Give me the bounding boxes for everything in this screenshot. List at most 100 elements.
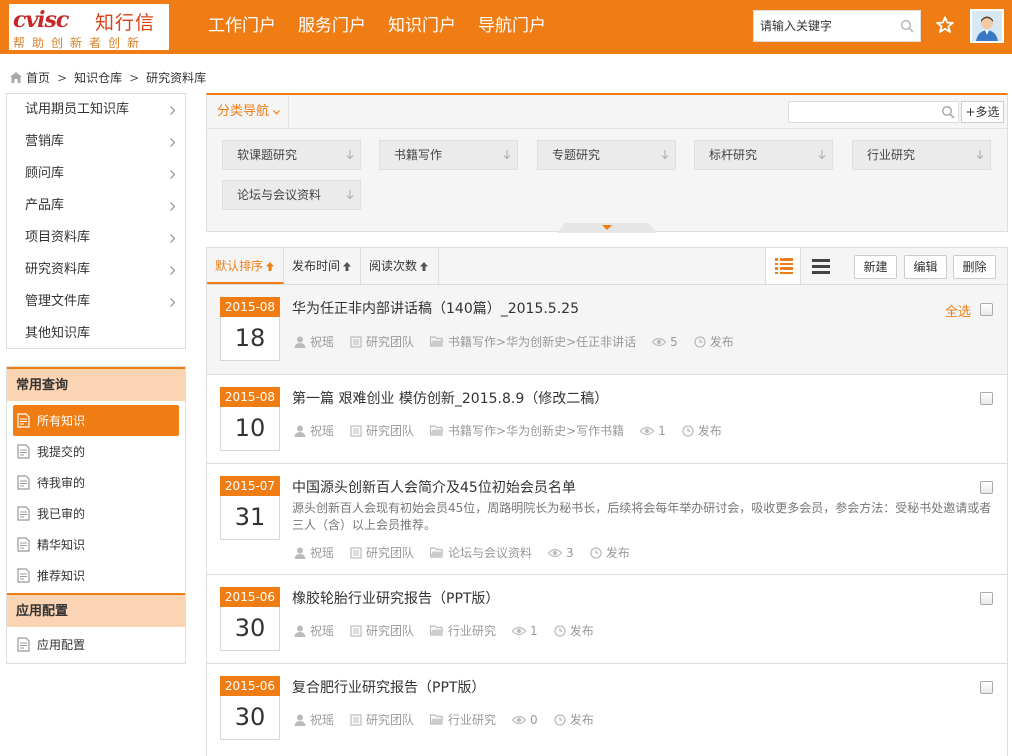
sort-default[interactable]: 默认排序 bbox=[207, 248, 284, 284]
item-title[interactable]: 复合肥行业研究报告（PPT版） bbox=[292, 677, 485, 697]
item-meta: 祝瑶 研究团队 行业研究 0 发布 bbox=[294, 711, 610, 728]
filter-tag[interactable]: 专题研究 bbox=[537, 140, 676, 170]
nav-service-portal[interactable]: 服务门户 bbox=[298, 15, 366, 37]
date-year-month: 2015-08 bbox=[220, 297, 280, 317]
meta-author: 祝瑶 bbox=[294, 544, 334, 561]
new-button[interactable]: 新建 bbox=[854, 255, 897, 279]
document-icon bbox=[17, 413, 30, 428]
author-name: 祝瑶 bbox=[310, 713, 335, 727]
arrow-down-icon bbox=[346, 150, 354, 160]
delete-button[interactable]: 删除 bbox=[953, 255, 996, 279]
filter-tag[interactable]: 论坛与会议资料 bbox=[222, 180, 361, 210]
sort-toolbar: 默认排序 发布时间 阅读次数 新建 编辑 删除 bbox=[206, 247, 1008, 285]
compact-view-button[interactable] bbox=[803, 248, 839, 285]
collapse-toggle[interactable] bbox=[557, 223, 657, 233]
category-nav-label: 分类导航 bbox=[217, 104, 270, 119]
item-title[interactable]: 橡胶轮胎行业研究报告（PPT版） bbox=[292, 588, 499, 608]
meta-reads: 5 bbox=[652, 335, 678, 349]
item-title[interactable]: 中国源头创新百人会简介及45位初始会员名单 bbox=[292, 477, 576, 497]
sidebar-item-management[interactable]: 管理文件库 bbox=[7, 286, 185, 318]
query-reviewed-by-me[interactable]: 我已审的 bbox=[7, 498, 185, 529]
filter-tag[interactable]: 书籍写作 bbox=[379, 140, 518, 170]
search-icon[interactable] bbox=[900, 19, 914, 33]
date-day: 30 bbox=[220, 696, 280, 740]
meta-team: 研究团队 bbox=[350, 333, 414, 350]
filter-tag[interactable]: 标杆研究 bbox=[694, 140, 833, 170]
sort-label: 发布时间 bbox=[292, 259, 341, 273]
item-checkbox[interactable] bbox=[980, 303, 993, 316]
logo[interactable]: cvisc 知行信 帮助创新者创新 bbox=[9, 4, 169, 50]
team-icon bbox=[350, 424, 366, 437]
chevron-right-icon bbox=[170, 298, 175, 307]
list-view-button[interactable] bbox=[765, 248, 801, 285]
sidebar-item-label: 试用期员工知识库 bbox=[25, 102, 130, 117]
item-title[interactable]: 第一篇 艰难创业 模仿创新_2015.8.9（修改二稿） bbox=[292, 388, 608, 408]
team-icon bbox=[350, 713, 366, 726]
sidebar-item-marketing[interactable]: 营销库 bbox=[7, 126, 185, 158]
folder-icon bbox=[430, 714, 448, 725]
sort-publish-time[interactable]: 发布时间 bbox=[284, 248, 361, 284]
filter-search-input[interactable] bbox=[789, 102, 937, 122]
breadcrumb-home[interactable]: 首页 bbox=[26, 69, 50, 86]
item-checkbox[interactable] bbox=[980, 392, 993, 405]
filter-tag-label: 专题研究 bbox=[552, 148, 601, 162]
edit-button[interactable]: 编辑 bbox=[904, 255, 947, 279]
nav-knowledge-portal[interactable]: 知识门户 bbox=[388, 15, 456, 37]
query-submitted-by-me[interactable]: 我提交的 bbox=[7, 436, 185, 467]
arrow-down-icon bbox=[976, 150, 984, 160]
filter-toolbar: 分类导航 +多选 bbox=[207, 95, 1007, 129]
star-icon[interactable] bbox=[936, 16, 954, 34]
multi-select-button[interactable]: +多选 bbox=[961, 101, 1004, 123]
sort-read-count[interactable]: 阅读次数 bbox=[361, 248, 439, 284]
avatar[interactable] bbox=[970, 9, 1004, 43]
query-pending-review[interactable]: 待我审的 bbox=[7, 467, 185, 498]
date-year-month: 2015-08 bbox=[220, 387, 280, 407]
query-featured[interactable]: 精华知识 bbox=[7, 529, 185, 560]
filter-tag[interactable]: 行业研究 bbox=[852, 140, 991, 170]
status-text: 发布 bbox=[697, 424, 722, 438]
category-sidebar: 试用期员工知识库 营销库 顾问库 产品库 项目资料库 研究资料库 管理文件库 其… bbox=[6, 93, 186, 349]
date-day: 31 bbox=[220, 496, 280, 540]
select-all-link[interactable]: 全选 bbox=[945, 301, 971, 320]
meta-status: 发布 bbox=[694, 333, 734, 350]
home-icon[interactable] bbox=[10, 72, 22, 83]
sidebar-item-project[interactable]: 项目资料库 bbox=[7, 222, 185, 254]
nav-navigation-portal[interactable]: 导航门户 bbox=[478, 15, 546, 37]
query-label: 我提交的 bbox=[37, 445, 86, 459]
item-checkbox[interactable] bbox=[980, 592, 993, 605]
sidebar-item-other[interactable]: 其他知识库 bbox=[7, 318, 185, 350]
header-search-input[interactable] bbox=[754, 11, 894, 41]
team-icon bbox=[350, 546, 366, 559]
sidebar-item-consultant[interactable]: 顾问库 bbox=[7, 158, 185, 190]
read-count: 1 bbox=[530, 623, 538, 638]
query-recommended[interactable]: 推荐知识 bbox=[7, 560, 185, 591]
meta-author: 祝瑶 bbox=[294, 711, 334, 728]
read-count: 0 bbox=[530, 712, 538, 727]
sidebar-item-probation[interactable]: 试用期员工知识库 bbox=[7, 94, 185, 126]
nav-work-portal[interactable]: 工作门户 bbox=[208, 15, 276, 37]
folder-icon bbox=[430, 425, 448, 436]
sidebar-item-label: 项目资料库 bbox=[25, 230, 91, 245]
meta-category-path: 书籍写作>华为创新史>任正非讲话 bbox=[430, 333, 636, 350]
filter-tag-label: 行业研究 bbox=[867, 148, 916, 162]
date-day: 18 bbox=[220, 317, 280, 361]
chevron-right-icon bbox=[170, 266, 175, 275]
breadcrumb-knowledge-store[interactable]: 知识仓库 bbox=[74, 69, 122, 86]
item-checkbox[interactable] bbox=[980, 481, 993, 494]
meta-category-path: 行业研究 bbox=[430, 622, 496, 639]
breadcrumb-current: 研究资料库 bbox=[146, 71, 207, 85]
sidebar-item-research[interactable]: 研究资料库 bbox=[7, 254, 185, 286]
query-app-config[interactable]: 应用配置 bbox=[7, 629, 185, 660]
sidebar-item-product[interactable]: 产品库 bbox=[7, 190, 185, 222]
item-title[interactable]: 华为任正非内部讲话稿（140篇）_2015.5.25 bbox=[292, 298, 579, 318]
search-icon[interactable] bbox=[941, 105, 955, 119]
category-nav-dropdown[interactable]: 分类导航 bbox=[207, 95, 289, 129]
main-nav: 工作门户 服务门户 知识门户 导航门户 bbox=[208, 15, 568, 37]
author-name: 祝瑶 bbox=[310, 624, 335, 638]
query-all-knowledge[interactable]: 所有知识 bbox=[13, 405, 179, 436]
document-icon bbox=[17, 475, 30, 490]
filter-tag[interactable]: 软课题研究 bbox=[222, 140, 361, 170]
meta-category-path: 论坛与会议资料 bbox=[430, 544, 532, 561]
item-checkbox[interactable] bbox=[980, 681, 993, 694]
logo-mark: cvisc bbox=[13, 7, 69, 33]
